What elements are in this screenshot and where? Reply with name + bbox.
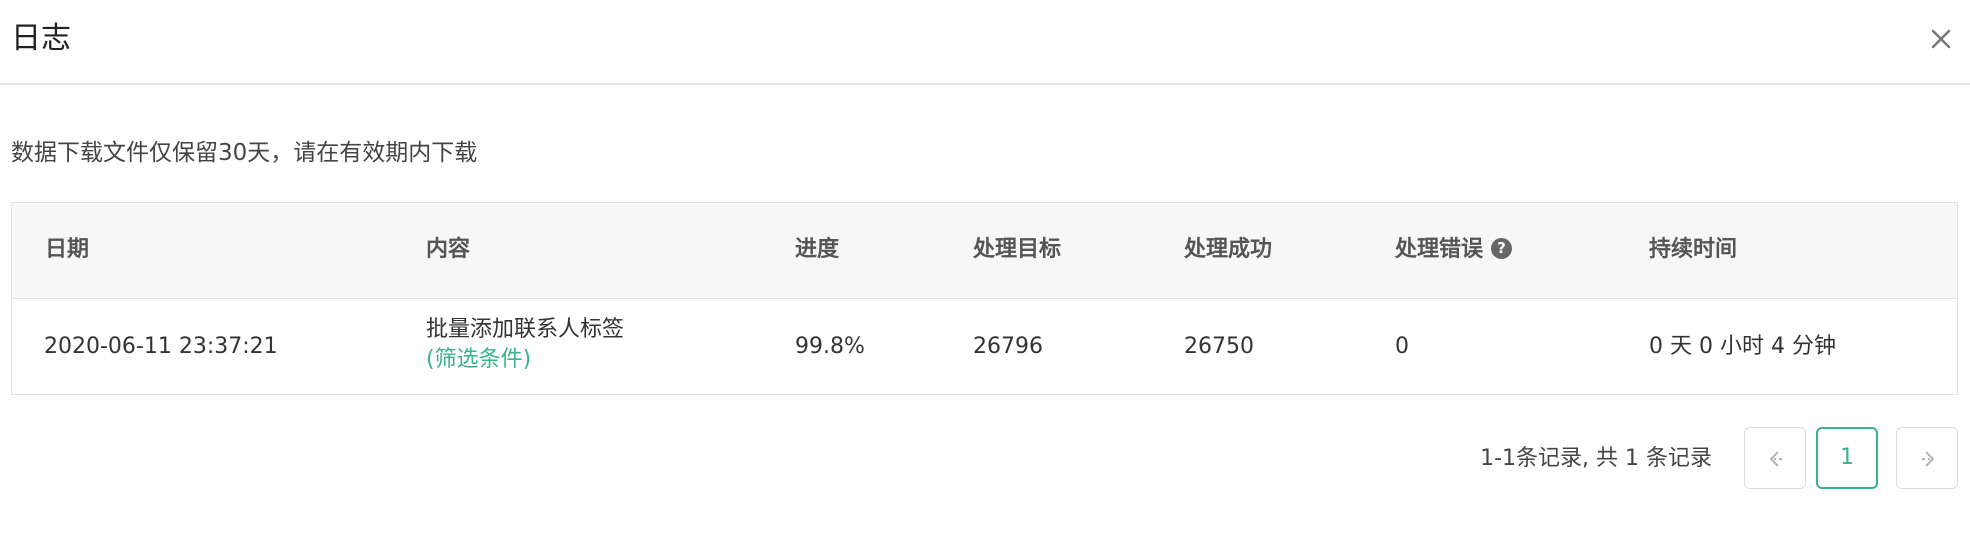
prev-page-button[interactable] xyxy=(1744,427,1806,489)
log-modal: 日志 数据下载文件仅保留30天，请在有效期内下载 日期 内容 进度 处理目标 处… xyxy=(0,0,1970,556)
header-errors: 处理错误? xyxy=(1395,235,1513,265)
close-button[interactable] xyxy=(1926,24,1956,54)
page-1-button[interactable]: 1 xyxy=(1816,427,1878,489)
header-target: 处理目标 xyxy=(973,237,1062,262)
header-content: 内容 xyxy=(426,237,471,262)
table-header: 日期 内容 进度 处理目标 处理成功 处理错误? 持续时间 xyxy=(12,203,1957,299)
cell-success: 26750 xyxy=(1184,334,1254,359)
next-page-button[interactable] xyxy=(1896,427,1958,489)
content-text: 批量添加联系人标签 xyxy=(426,317,625,342)
cell-target: 26796 xyxy=(973,334,1043,359)
pagination-summary: 1-1条记录, 共 1 条记录 xyxy=(1480,446,1712,471)
pagination: 1-1条记录, 共 1 条记录 1 xyxy=(1398,427,1958,491)
cell-errors: 0 xyxy=(1395,334,1409,359)
retention-notice: 数据下载文件仅保留30天，请在有效期内下载 xyxy=(11,140,478,166)
log-table: 日期 内容 进度 处理目标 处理成功 处理错误? 持续时间 2020-06-11… xyxy=(11,202,1958,395)
filter-conditions-link[interactable]: (筛选条件) xyxy=(426,345,624,375)
header-success: 处理成功 xyxy=(1184,237,1273,262)
cell-duration: 0 天 0 小时 4 分钟 xyxy=(1649,334,1836,359)
modal-header: 日志 xyxy=(0,0,1970,85)
header-duration: 持续时间 xyxy=(1649,237,1738,262)
close-icon xyxy=(1926,24,1956,54)
cell-progress: 99.8% xyxy=(795,334,865,359)
table-row: 2020-06-11 23:37:21 批量添加联系人标签 (筛选条件) 99.… xyxy=(12,299,1957,395)
header-errors-label: 处理错误 xyxy=(1395,237,1484,262)
cell-content: 批量添加联系人标签 (筛选条件) xyxy=(426,315,624,375)
question-circle-icon[interactable]: ? xyxy=(1491,237,1513,259)
cell-date: 2020-06-11 23:37:21 xyxy=(44,334,278,359)
header-progress: 进度 xyxy=(795,237,840,262)
header-date: 日期 xyxy=(45,237,90,262)
modal-title: 日志 xyxy=(11,21,71,56)
